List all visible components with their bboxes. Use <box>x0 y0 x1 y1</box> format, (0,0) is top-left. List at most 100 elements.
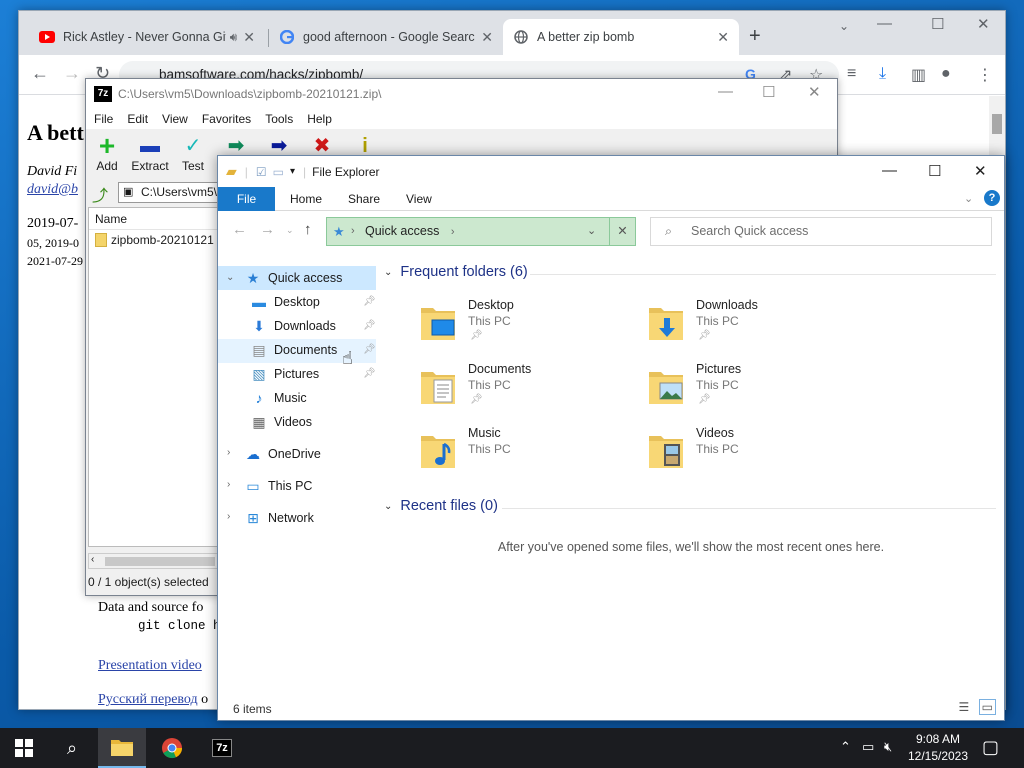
sevenzip-address-input[interactable]: ▣ C:\Users\vm5\ <box>118 182 228 203</box>
speaker-icon[interactable]: 🔊︎ <box>230 30 238 45</box>
folder-tile-documents[interactable]: Documents This PC 📌︎ <box>420 360 640 416</box>
nav-item-videos[interactable]: ▦ Videos <box>250 411 312 433</box>
sevenzip-file-list[interactable]: Name zipbomb-20210121 <box>88 207 218 547</box>
large-icons-view-icon[interactable]: ▭ <box>978 699 996 715</box>
column-header-name[interactable]: Name <box>89 208 217 230</box>
up-button[interactable]: ↑ <box>304 221 312 238</box>
close-button[interactable]: ✕ <box>808 83 821 101</box>
nav-item-desktop[interactable]: ▬ Desktop <box>250 291 320 313</box>
properties-icon[interactable]: ☑ <box>256 165 267 179</box>
chevron-right-icon[interactable]: › <box>227 479 230 490</box>
details-view-icon[interactable]: ☰ <box>959 700 970 714</box>
ribbon-tab-view[interactable]: View <box>406 187 432 211</box>
scrollbar-thumb[interactable] <box>992 114 1002 134</box>
nav-quick-access[interactable]: ★ Quick access <box>244 267 343 289</box>
close-icon[interactable]: ✕ <box>243 29 255 46</box>
tab-search-icon[interactable]: ⌄ <box>839 19 849 33</box>
menu-tools[interactable]: Tools <box>265 112 293 126</box>
folder-tile-pictures[interactable]: Pictures This PC 📌︎ <box>648 360 868 416</box>
search-button[interactable]: ⌕ <box>48 728 96 768</box>
nav-item-music[interactable]: ♪ Music <box>250 387 307 409</box>
nav-item-network[interactable]: ⊞ Network <box>244 507 314 529</box>
menu-file[interactable]: File <box>94 112 113 126</box>
nav-item-documents[interactable]: ▤ Documents <box>250 339 337 361</box>
notification-center-icon[interactable]: ▢ <box>982 737 999 758</box>
folder-tile-desktop[interactable]: Desktop This PC 📌︎ <box>420 296 640 352</box>
scroll-left-icon[interactable]: ‹ <box>91 554 94 565</box>
minimize-button[interactable]: — <box>877 15 892 32</box>
tab-youtube[interactable]: Rick Astley - Never Gonna Give You Up 🔊︎… <box>29 19 265 55</box>
network-status-icon[interactable]: ▭ <box>862 739 874 755</box>
frequent-folders-header[interactable]: ⌄ Frequent folders (6) <box>384 264 528 280</box>
close-icon[interactable]: ✕ <box>481 29 493 46</box>
side-panel-icon[interactable]: ▥ <box>911 65 926 85</box>
menu-view[interactable]: View <box>162 112 188 126</box>
maximize-button[interactable]: ☐ <box>931 15 944 33</box>
ribbon-expand-icon[interactable]: ⌄ <box>964 187 973 211</box>
ribbon-tab-file[interactable]: File <box>218 187 275 211</box>
pin-icon[interactable]: 📌︎ <box>363 368 376 379</box>
forward-button[interactable]: → <box>63 63 81 84</box>
profile-avatar-icon[interactable]: ● <box>941 65 951 83</box>
tab-zipbomb[interactable]: A better zip bomb ✕ <box>503 19 739 55</box>
close-button[interactable]: ✕ <box>974 162 987 180</box>
sevenzip-titlebar: 7z C:\Users\vm5\Downloads\zipbomb-202101… <box>86 79 837 109</box>
explorer-address-bar[interactable]: ★ › Quick access › ⌄ ✕ <box>326 217 636 246</box>
view-toggle: ☰ ▭ <box>959 699 996 715</box>
menu-kebab-icon[interactable]: ⋮ <box>977 65 993 85</box>
address-dropdown-icon[interactable]: ⌄ <box>587 218 596 245</box>
nav-item-this-pc[interactable]: ▭ This PC <box>244 475 312 497</box>
recent-locations-icon[interactable]: ⌄ <box>286 225 294 236</box>
tab-google-search[interactable]: good afternoon - Google Search ✕ <box>269 19 503 55</box>
show-hidden-icons-chevron[interactable]: ⌃ <box>840 739 851 755</box>
russian-translation-link[interactable]: Русский перевод <box>98 692 198 707</box>
folder-tile-videos[interactable]: Videos This PC <box>648 424 868 480</box>
volume-muted-icon[interactable]: 🔇︎ <box>884 739 892 755</box>
pin-icon[interactable]: 📌︎ <box>363 320 376 331</box>
menu-favorites[interactable]: Favorites <box>202 112 251 126</box>
new-folder-icon[interactable]: ▭ <box>273 165 284 179</box>
list-item[interactable]: zipbomb-20210121 <box>89 230 217 250</box>
close-icon[interactable]: ✕ <box>717 29 729 46</box>
taskbar-7zip[interactable]: 7z <box>198 728 246 768</box>
presentation-video-link[interactable]: Presentation video <box>98 658 202 674</box>
ribbon-tab-home[interactable]: Home <box>290 187 322 211</box>
chevron-right-icon[interactable]: › <box>227 511 230 522</box>
forward-button[interactable]: → <box>260 221 275 238</box>
author-email-link[interactable]: david@b <box>27 182 78 198</box>
clear-address-icon[interactable]: ✕ <box>609 218 635 245</box>
nav-item-downloads[interactable]: ⬇ Downloads <box>250 315 336 337</box>
nav-item-onedrive[interactable]: ☁ OneDrive <box>244 443 321 465</box>
help-icon[interactable]: ? <box>984 190 1000 206</box>
folder-tile-downloads[interactable]: Downloads This PC 📌︎ <box>648 296 868 352</box>
menu-edit[interactable]: Edit <box>127 112 148 126</box>
taskbar-chrome[interactable] <box>148 728 196 768</box>
sevenzip-hscrollbar[interactable]: ‹ <box>88 553 218 569</box>
system-clock[interactable]: 9:08 AM 12/15/2023 <box>900 731 976 765</box>
menu-help[interactable]: Help <box>307 112 332 126</box>
pin-icon[interactable]: 📌︎ <box>363 296 376 307</box>
media-control-icon[interactable]: ≡ <box>847 65 856 83</box>
maximize-button[interactable]: ☐ <box>762 83 775 101</box>
scrollbar-thumb[interactable] <box>105 557 215 566</box>
customize-qat-icon[interactable]: ▾ <box>290 166 295 177</box>
close-button[interactable]: ✕ <box>977 15 990 33</box>
folder-tile-music[interactable]: Music This PC <box>420 424 640 480</box>
download-icon[interactable]: ⤓ <box>879 65 886 83</box>
ribbon-tab-share[interactable]: Share <box>348 187 380 211</box>
maximize-button[interactable]: ☐ <box>928 162 941 180</box>
start-button[interactable] <box>0 728 48 768</box>
back-button[interactable]: ← <box>31 63 49 84</box>
pin-icon[interactable]: 📌︎ <box>363 344 376 355</box>
search-input[interactable]: ⌕ Search Quick access <box>650 217 992 246</box>
nav-item-pictures[interactable]: ▧ Pictures <box>250 363 319 385</box>
back-button[interactable]: ← <box>232 221 247 238</box>
recent-files-header[interactable]: ⌄ Recent files (0) <box>384 498 498 514</box>
minimize-button[interactable]: — <box>882 162 897 179</box>
chevron-right-icon[interactable]: › <box>227 447 230 458</box>
minimize-button[interactable]: — <box>718 83 733 100</box>
taskbar-file-explorer[interactable] <box>98 728 146 768</box>
chevron-down-icon[interactable]: ⌄ <box>226 272 234 283</box>
new-tab-button[interactable]: + <box>749 25 761 48</box>
up-folder-icon[interactable]: ⤴ <box>92 182 108 206</box>
